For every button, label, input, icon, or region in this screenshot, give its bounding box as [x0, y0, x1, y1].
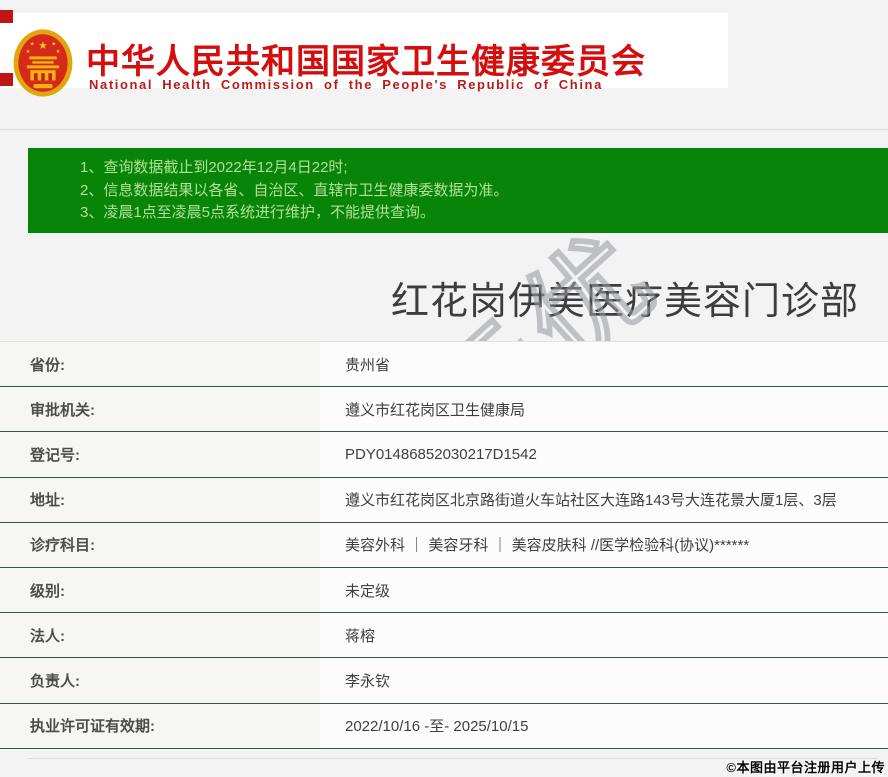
red-square-marker: [0, 10, 13, 23]
notice-line-1: 1、查询数据截止到2022年12月4日22时;: [80, 159, 348, 176]
red-square-marker: [0, 73, 13, 86]
table-row: 登记号: PDY01486852030217D1542: [0, 432, 888, 478]
notice-line-3: 3、凌晨1点至凌晨5点系统进行维护，不能提供查询。: [80, 204, 436, 221]
row-value: 遵义市红花岗区卫生健康局: [320, 387, 888, 432]
row-label: 执业许可证有效期:: [0, 703, 320, 748]
svg-text:★: ★: [30, 42, 35, 48]
site-header: ★ ★ ★ ★ ★ 中华人民共和国国家卫生健康委员会 National Heal…: [0, 13, 728, 97]
china-national-emblem-icon: ★ ★ ★ ★ ★: [13, 29, 73, 97]
table-row: 地址: 遵义市红花岗区北京路街道火车站社区大连路143号大连花景大厦1层、3层: [0, 477, 888, 523]
copyright-note: ©本图由平台注册用户上传: [726, 760, 885, 775]
row-value: 遵义市红花岗区北京路街道火车站社区大连路143号大连花景大厦1层、3层: [320, 477, 888, 522]
svg-text:★: ★: [38, 40, 48, 52]
table-row: 级别: 未定级: [0, 567, 888, 614]
row-value: 2022/10/16 -至- 2025/10/15: [320, 703, 888, 748]
table-row: 执业许可证有效期: 2022/10/16 -至- 2025/10/15: [0, 703, 888, 749]
table-row: 省份: 贵州省: [0, 342, 888, 388]
notice-line-2: 2、信息数据结果以各省、自治区、直辖市卫生健康委数据为准。: [80, 181, 509, 199]
svg-text:★: ★: [56, 49, 61, 55]
row-label: 省份:: [0, 342, 320, 387]
table-row: 诊疗科目: 美容外科 ｜ 美容牙科 ｜ 美容皮肤科 //医学检验科(协议)***…: [0, 522, 888, 568]
header-divider: [0, 129, 888, 130]
table-row: 负责人: 李永钦: [0, 658, 888, 704]
row-value: 贵州省: [320, 342, 888, 387]
row-label: 地址:: [0, 477, 320, 522]
page-root: ★ ★ ★ ★ ★ 中华人民共和国国家卫生健康委员会 National Heal…: [0, 0, 888, 777]
site-title-en: National Health Commission of the People…: [89, 77, 603, 92]
row-label: 登记号:: [0, 432, 320, 477]
table-row: 法人: 蒋榕: [0, 613, 888, 659]
row-label: 诊疗科目:: [0, 522, 320, 567]
row-label: 审批机关:: [0, 387, 320, 432]
table-row: 审批机关: 遵义市红花岗区卫生健康局: [0, 387, 888, 433]
svg-text:★: ★: [51, 42, 56, 48]
svg-text:★: ★: [26, 49, 31, 55]
row-label: 级别:: [0, 567, 320, 613]
row-label: 负责人:: [0, 658, 320, 703]
row-value: 美容外科 ｜ 美容牙科 ｜ 美容皮肤科 //医学检验科(协议)******: [320, 522, 888, 567]
row-value: PDY01486852030217D1542: [320, 432, 888, 477]
row-value: 李永钦: [320, 658, 888, 703]
page-title: 红花岗伊美医疗美容门诊部: [390, 281, 859, 323]
row-value: 未定级: [320, 567, 888, 613]
info-table: 省份: 贵州省 审批机关: 遵义市红花岗区卫生健康局 登记号: PDY01486…: [0, 341, 888, 749]
site-title-cn: 中华人民共和国国家卫生健康委员会: [86, 43, 646, 81]
row-label: 法人:: [0, 613, 320, 658]
row-value: 蒋榕: [320, 613, 888, 658]
notice-banner: 1、查询数据截止到2022年12月4日22时; 2、信息数据结果以各省、自治区、…: [28, 148, 888, 233]
